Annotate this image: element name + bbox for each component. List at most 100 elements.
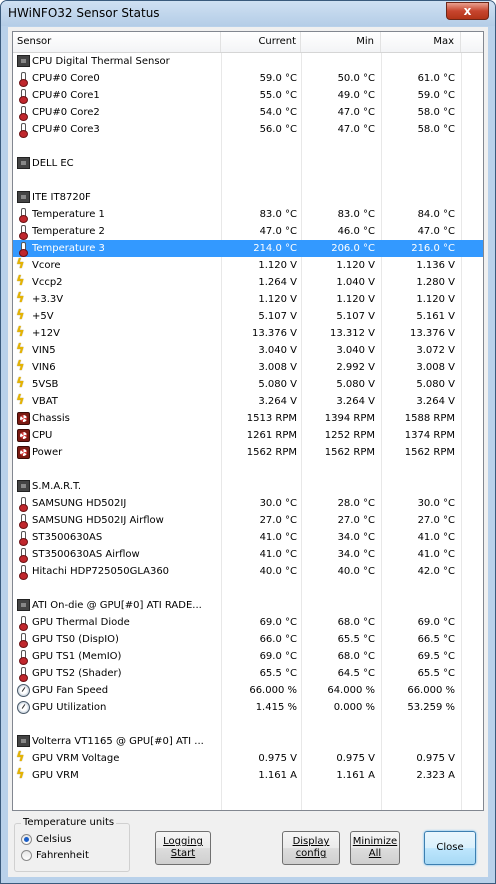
- table-row[interactable]: Chassis 1513 RPM 1394 RPM 1588 RPM: [13, 410, 483, 427]
- table-row[interactable]: CPU#0 Core3 56.0 °C 47.0 °C 58.0 °C: [13, 121, 483, 138]
- min-value: [301, 478, 381, 495]
- minimize-all-button[interactable]: Minimize All: [350, 831, 400, 865]
- table-row[interactable]: S.M.A.R.T.: [13, 478, 483, 495]
- max-value: 1562 RPM: [404, 447, 455, 458]
- min-value: 3.264 V: [336, 396, 375, 407]
- voltage-bolt-icon: ϟ: [16, 342, 25, 357]
- current-value: [221, 189, 301, 206]
- table-row[interactable]: ϟ +5V 5.107 V 5.107 V 5.161 V: [13, 308, 483, 325]
- current-value: 1.415 %: [255, 702, 297, 713]
- table-row[interactable]: GPU Thermal Diode 69.0 °C 68.0 °C 69.0 °C: [13, 614, 483, 631]
- window-close-button[interactable]: x: [446, 2, 489, 20]
- sensor-name: GPU TS1 (MemIO): [32, 651, 122, 662]
- current-value: [221, 172, 301, 189]
- table-row[interactable]: ϟ Vccp2 1.264 V 1.040 V 1.280 V: [13, 274, 483, 291]
- sensor-name: DELL EC: [32, 158, 74, 169]
- column-header-current[interactable]: Current: [221, 32, 301, 52]
- table-row[interactable]: ATI On-die @ GPU[#0] ATI RADE...: [13, 597, 483, 614]
- table-row[interactable]: ϟ GPU VRM Voltage 0.975 V 0.975 V 0.975 V: [13, 750, 483, 767]
- min-value: 34.0 °C: [337, 549, 375, 560]
- sensor-name: GPU TS0 (DispIO): [32, 634, 119, 645]
- voltage-bolt-icon: ϟ: [16, 359, 25, 374]
- thermometer-icon: [17, 667, 29, 682]
- max-value: [381, 172, 461, 189]
- table-row[interactable]: CPU#0 Core1 55.0 °C 49.0 °C 59.0 °C: [13, 87, 483, 104]
- min-value: 1.120 V: [336, 294, 375, 305]
- table-row[interactable]: CPU#0 Core2 54.0 °C 47.0 °C 58.0 °C: [13, 104, 483, 121]
- table-row[interactable]: GPU TS1 (MemIO) 69.0 °C 68.0 °C 69.5 °C: [13, 648, 483, 665]
- max-value: 58.0 °C: [417, 124, 455, 135]
- table-row[interactable]: Hitachi HDP725050GLA360 40.0 °C 40.0 °C 42.…: [13, 563, 483, 580]
- thermometer-icon: [17, 565, 29, 580]
- close-button[interactable]: Close: [424, 831, 476, 865]
- table-row-spacer[interactable]: [13, 716, 483, 733]
- thermometer-icon: [17, 72, 29, 87]
- table-row[interactable]: ϟ +3.3V 1.120 V 1.120 V 1.120 V: [13, 291, 483, 308]
- min-value: 206.0 °C: [331, 243, 375, 254]
- thermometer-icon: [17, 242, 29, 257]
- table-row[interactable]: ϟ VBAT 3.264 V 3.264 V 3.264 V: [13, 393, 483, 410]
- table-row[interactable]: GPU TS2 (Shader) 65.5 °C 64.5 °C 65.5 °C: [13, 665, 483, 682]
- min-value: 1394 RPM: [324, 413, 375, 424]
- fan-icon: [17, 412, 30, 425]
- min-value: 5.107 V: [336, 311, 375, 322]
- table-row[interactable]: ϟ VIN6 3.008 V 2.992 V 3.008 V: [13, 359, 483, 376]
- table-row[interactable]: GPU Fan Speed 66.000 % 64.000 % 66.000 %: [13, 682, 483, 699]
- max-value: 66.000 %: [407, 685, 455, 696]
- table-row[interactable]: ϟ Vcore 1.120 V 1.120 V 1.136 V: [13, 257, 483, 274]
- table-row[interactable]: ϟ 5VSB 5.080 V 5.080 V 5.080 V: [13, 376, 483, 393]
- min-value: [301, 138, 381, 155]
- current-value: [221, 155, 301, 172]
- table-row[interactable]: ST3500630AS Airflow 41.0 °C 34.0 °C 41.0 °C: [13, 546, 483, 563]
- gauge-icon: [17, 684, 30, 697]
- table-row-spacer[interactable]: [13, 461, 483, 478]
- column-header-max[interactable]: Max: [381, 32, 461, 52]
- title-bar[interactable]: HWiNFO32 Sensor Status x: [1, 1, 495, 26]
- table-row[interactable]: Temperature 2 47.0 °C 46.0 °C 47.0 °C: [13, 223, 483, 240]
- table-row[interactable]: GPU TS0 (DispIO) 66.0 °C 65.5 °C 66.5 °C: [13, 631, 483, 648]
- current-value: 3.008 V: [258, 362, 297, 373]
- table-row[interactable]: CPU Digital Thermal Sensor: [13, 53, 483, 70]
- table-row[interactable]: DELL EC: [13, 155, 483, 172]
- max-value: 42.0 °C: [417, 566, 455, 577]
- table-row[interactable]: SAMSUNG HD502IJ 30.0 °C 28.0 °C 30.0 °C: [13, 495, 483, 512]
- table-row-spacer[interactable]: [13, 138, 483, 155]
- table-row[interactable]: ϟ GPU VRM 1.161 A 1.161 A 2.323 A: [13, 767, 483, 784]
- table-row[interactable]: Temperature 3 214.0 °C 206.0 °C 216.0 °C: [13, 240, 483, 257]
- table-row[interactable]: CPU 1261 RPM 1252 RPM 1374 RPM: [13, 427, 483, 444]
- fahrenheit-radio[interactable]: Fahrenheit: [21, 849, 121, 863]
- min-value: [301, 189, 381, 206]
- sensor-name: [32, 461, 220, 478]
- current-value: 83.0 °C: [259, 209, 297, 220]
- table-row[interactable]: GPU Utilization 1.415 % 0.000 % 53.259 %: [13, 699, 483, 716]
- voltage-bolt-icon: ϟ: [16, 291, 25, 306]
- sensor-name: ST3500630AS: [32, 532, 103, 543]
- table-row[interactable]: Temperature 1 83.0 °C 83.0 °C 84.0 °C: [13, 206, 483, 223]
- chip-icon: [17, 157, 30, 169]
- current-value: 41.0 °C: [259, 532, 297, 543]
- table-row-spacer[interactable]: [13, 580, 483, 597]
- table-row[interactable]: ST3500630AS 41.0 °C 34.0 °C 41.0 °C: [13, 529, 483, 546]
- min-value: 3.040 V: [336, 345, 375, 356]
- table-row[interactable]: Volterra VT1165 @ GPU[#0] ATI ...: [13, 733, 483, 750]
- current-value: 3.040 V: [258, 345, 297, 356]
- current-value: 1.264 V: [258, 277, 297, 288]
- current-value: 66.0 °C: [259, 634, 297, 645]
- min-value: [301, 53, 381, 70]
- logging-start-button[interactable]: Logging Start: [155, 831, 211, 865]
- current-value: [221, 478, 301, 495]
- table-row[interactable]: CPU#0 Core0 59.0 °C 50.0 °C 61.0 °C: [13, 70, 483, 87]
- column-header-sensor[interactable]: Sensor: [13, 32, 221, 52]
- display-config-button[interactable]: Display config: [282, 831, 340, 865]
- table-row[interactable]: ϟ VIN5 3.040 V 3.040 V 3.072 V: [13, 342, 483, 359]
- column-header-min[interactable]: Min: [301, 32, 381, 52]
- table-row[interactable]: ϟ +12V 13.376 V 13.312 V 13.376 V: [13, 325, 483, 342]
- table-row[interactable]: ITE IT8720F: [13, 189, 483, 206]
- sensor-table[interactable]: Sensor Current Min Max CPU Digital Therm…: [12, 31, 484, 811]
- table-row-spacer[interactable]: [13, 172, 483, 189]
- table-row[interactable]: Power 1562 RPM 1562 RPM 1562 RPM: [13, 444, 483, 461]
- table-row[interactable]: SAMSUNG HD502IJ Airflow 27.0 °C 27.0 °C 27.…: [13, 512, 483, 529]
- celsius-radio[interactable]: Celsius: [21, 833, 121, 847]
- min-value: 68.0 °C: [337, 651, 375, 662]
- current-value: 1562 RPM: [246, 447, 297, 458]
